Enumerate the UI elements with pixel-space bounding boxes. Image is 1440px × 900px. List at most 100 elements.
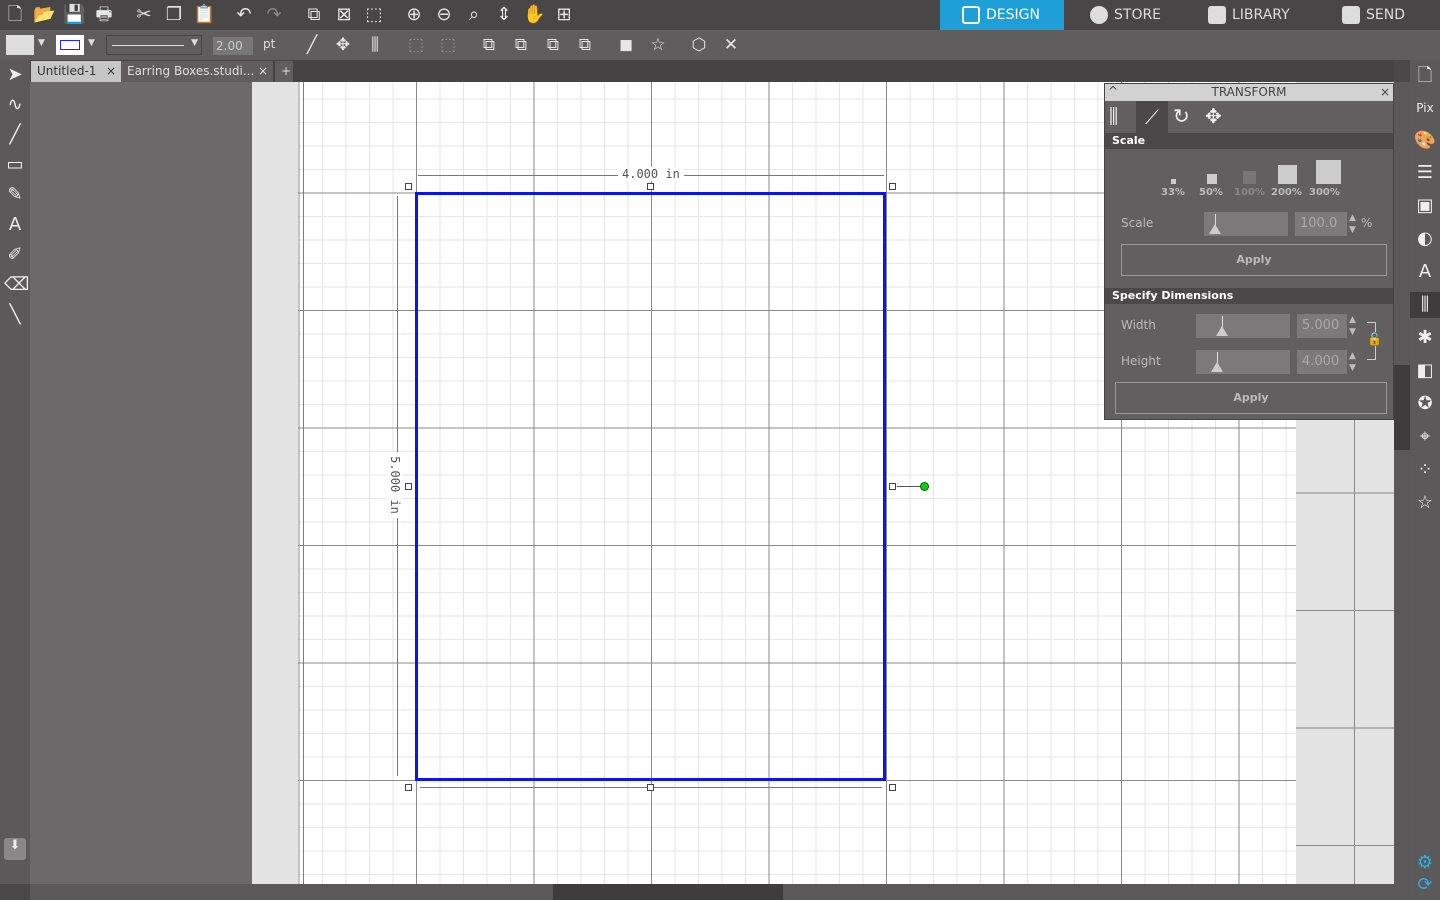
import-icon[interactable]: ⬇ — [4, 838, 26, 860]
delete-icon[interactable]: ⊠ — [333, 4, 355, 26]
close-icon[interactable]: × — [106, 61, 116, 81]
undo-icon[interactable]: ↶ — [233, 4, 255, 26]
send-back-icon[interactable]: ⧉ — [541, 34, 565, 56]
move-tab-icon[interactable]: ✥ — [1205, 104, 1222, 128]
close-icon[interactable]: × — [1380, 84, 1390, 101]
line-icon[interactable]: ╱ — [4, 124, 26, 146]
bring-front-icon[interactable]: ⧉ — [477, 34, 501, 56]
close-icon[interactable]: × — [258, 61, 268, 81]
send-backward-icon[interactable]: ⧉ — [573, 34, 597, 56]
move-icon[interactable]: ✥ — [331, 34, 355, 56]
scroll-thumb[interactable] — [553, 884, 783, 900]
preset-33-button[interactable]: 33% — [1161, 187, 1185, 198]
hand-icon[interactable]: ✋ — [523, 4, 545, 26]
close-icon[interactable]: ✕ — [719, 34, 743, 56]
favorite-star-icon[interactable]: ☆ — [1413, 490, 1437, 516]
bring-forward-icon[interactable]: ⧉ — [509, 34, 533, 56]
unlock-icon[interactable]: 🔓 — [1367, 332, 1382, 346]
redo-icon[interactable]: ↷ — [263, 4, 285, 26]
palette-icon[interactable]: 🎨 — [1413, 128, 1437, 154]
width-slider[interactable] — [1196, 314, 1290, 338]
cut-icon[interactable]: ✂ — [133, 4, 155, 26]
height-slider[interactable] — [1196, 350, 1290, 374]
preset-200-button[interactable]: 200% — [1271, 187, 1302, 198]
tab-earring-boxes[interactable]: Earring Boxes.studi... × — [121, 61, 273, 82]
zoom-out-icon[interactable]: ⊖ — [433, 4, 455, 26]
page-setup-icon[interactable]: 🗋 — [1413, 63, 1437, 89]
offset-star-icon[interactable]: ✪ — [1413, 391, 1437, 417]
pan-vertical-icon[interactable]: ⇕ — [493, 4, 515, 26]
scroll-thumb[interactable] — [1394, 365, 1410, 450]
transform-icon[interactable]: ⫼ — [1410, 292, 1440, 318]
width-input[interactable]: 5.000 — [1297, 314, 1347, 338]
width-stepper[interactable]: ▲ ▼ — [1349, 314, 1356, 338]
preset-100-icon[interactable] — [1243, 171, 1256, 184]
text-style-icon[interactable]: A — [1413, 259, 1437, 285]
draw-icon[interactable]: ✐ — [4, 244, 26, 266]
nav-send-tab[interactable]: SEND — [1320, 0, 1440, 30]
zoom-select-icon[interactable]: ⌕ — [463, 4, 485, 26]
modify-icon[interactable]: ◧ — [1413, 358, 1437, 384]
contrast-icon[interactable]: ◐ — [1413, 226, 1437, 252]
trace-icon[interactable]: ⌖ — [1413, 424, 1437, 450]
new-tab-button[interactable]: + — [275, 61, 293, 82]
resize-handle[interactable] — [405, 784, 412, 791]
3d-box-icon[interactable]: ⬡ — [687, 34, 711, 56]
chevron-down-icon[interactable]: ▼ — [88, 38, 95, 48]
open-folder-icon[interactable]: 📂 — [33, 4, 55, 26]
scale-tab-icon[interactable]: ⟋ — [1136, 101, 1168, 133]
paste-icon[interactable]: 📋 — [193, 4, 215, 26]
resize-handle[interactable] — [405, 483, 412, 490]
pencil-icon[interactable]: ✎ — [4, 184, 26, 206]
resize-handle[interactable] — [889, 483, 896, 490]
preset-200-icon[interactable] — [1278, 165, 1297, 184]
height-stepper[interactable]: ▲ ▼ — [1349, 350, 1356, 374]
line-width-input[interactable]: 2.00 — [213, 37, 253, 55]
group-icon[interactable]: ⬚ — [404, 34, 428, 56]
knife-icon[interactable]: ╲ — [4, 304, 26, 326]
pixscan-icon[interactable]: Pix — [1413, 95, 1437, 121]
height-input[interactable]: 4.000 — [1297, 350, 1347, 374]
duplicate-icon[interactable]: ⧉ — [303, 4, 325, 26]
sketch-icon[interactable]: ⁘ — [1413, 457, 1437, 483]
line-style-icon[interactable]: ☰ — [1413, 160, 1437, 186]
eraser-icon[interactable]: ⌫ — [4, 274, 29, 296]
nav-library-tab[interactable]: LIBRARY — [1186, 0, 1316, 30]
preset-50-button[interactable]: 50% — [1199, 187, 1223, 198]
edit-points-icon[interactable]: ∿ — [4, 94, 26, 116]
text-icon[interactable]: A — [4, 214, 26, 236]
fill-pattern-icon[interactable]: ▣ — [1413, 193, 1437, 219]
vertical-scrollbar[interactable] — [1394, 82, 1410, 884]
copy-icon[interactable]: ❐ — [163, 4, 185, 26]
scale-input[interactable]: 100.0 — [1295, 212, 1347, 236]
rectangle-icon[interactable]: ▭ — [4, 154, 26, 176]
nav-design-tab[interactable]: DESIGN — [940, 0, 1064, 30]
selected-rectangle[interactable] — [415, 192, 886, 781]
preset-300-icon[interactable] — [1316, 160, 1341, 184]
collapse-icon[interactable]: ^ — [1108, 83, 1118, 100]
print-icon[interactable]: 🖶 — [93, 4, 115, 26]
line-tool-icon[interactable]: ╱ — [300, 34, 324, 56]
preset-100-button[interactable]: 100% — [1234, 187, 1265, 198]
resize-handle[interactable] — [889, 183, 896, 190]
scale-apply-button[interactable]: Apply — [1121, 244, 1387, 276]
modify-icon[interactable]: ◼ — [614, 34, 638, 56]
ungroup-icon[interactable]: ⬚ — [436, 34, 460, 56]
line-color-swatch[interactable] — [56, 35, 84, 55]
sync-icon[interactable]: ⟳ — [1413, 872, 1437, 898]
rotate-tab-icon[interactable]: ↻ — [1173, 104, 1190, 128]
star-icon[interactable]: ☆ — [646, 34, 670, 56]
chevron-down-icon[interactable]: ▼ — [38, 38, 45, 48]
fill-color-swatch[interactable] — [6, 35, 34, 55]
nav-store-tab[interactable]: STORE — [1068, 0, 1186, 30]
save-icon[interactable]: 💾 — [63, 4, 85, 26]
replicate-icon[interactable]: ✱ — [1413, 325, 1437, 351]
resize-handle[interactable] — [647, 784, 654, 791]
preset-50-icon[interactable] — [1207, 174, 1217, 184]
zoom-in-icon[interactable]: ⊕ — [403, 4, 425, 26]
align-tab-icon[interactable]: ⫼ — [1109, 104, 1118, 128]
new-file-icon[interactable]: 🗋 — [4, 4, 26, 26]
preset-300-button[interactable]: 300% — [1309, 187, 1340, 198]
preset-33-icon[interactable] — [1171, 179, 1176, 184]
select-by-color-icon[interactable]: ⬚ — [363, 4, 385, 26]
